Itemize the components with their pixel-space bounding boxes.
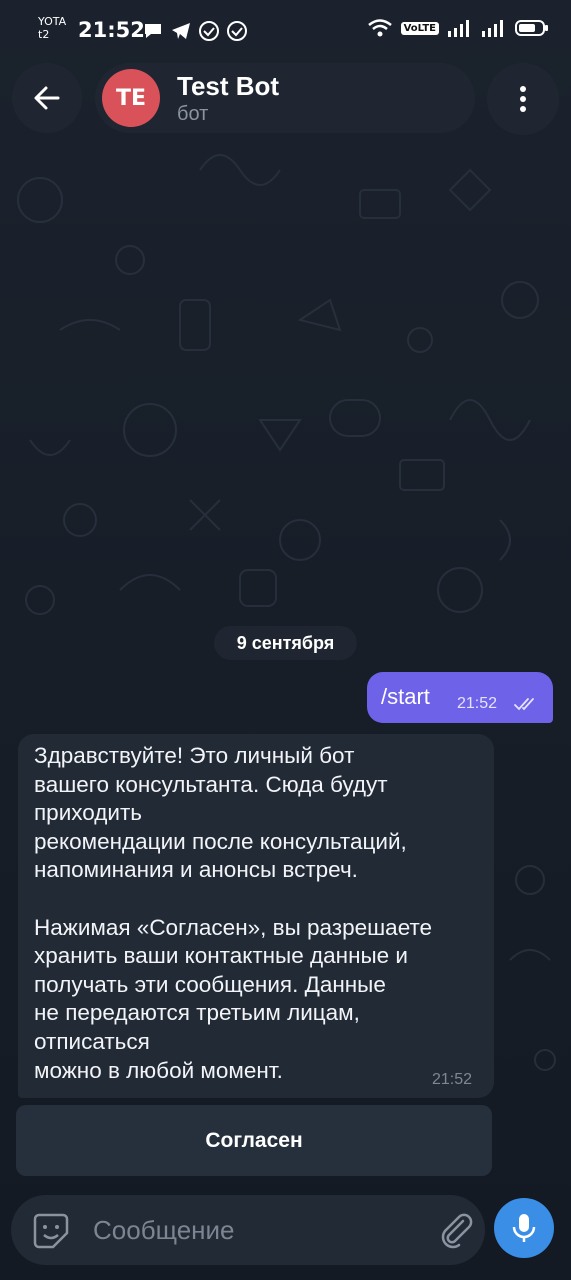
notification-icons — [142, 20, 248, 42]
carrier-label: YOTA t2 — [38, 15, 67, 41]
voice-record-button[interactable] — [494, 1198, 554, 1258]
paperclip-icon[interactable] — [435, 1209, 475, 1249]
signal-icon — [448, 20, 469, 37]
sticker-icon[interactable] — [31, 1211, 71, 1251]
date-separator: 9 сентября — [214, 626, 357, 660]
arrow-left-icon — [34, 86, 60, 110]
message-composer — [11, 1195, 485, 1265]
back-button[interactable] — [12, 63, 82, 133]
chat-header[interactable]: TE Test Bot бот — [95, 63, 475, 133]
chat-subtitle: бот — [177, 103, 209, 125]
microphone-icon — [512, 1214, 536, 1242]
telegram-icon — [172, 23, 190, 39]
status-bar: YOTA t2 21:52 VoLTE — [0, 0, 571, 60]
check-circle-icon — [199, 21, 219, 41]
message-input[interactable] — [91, 1209, 405, 1251]
message-time: 21:52 — [457, 695, 498, 712]
agree-button[interactable]: Согласен — [16, 1105, 492, 1176]
incoming-message[interactable]: Здравствуйте! Это личный бот вашего конс… — [18, 734, 494, 1098]
message-time: 21:52 — [432, 1071, 473, 1088]
wifi-icon — [367, 19, 392, 37]
double-check-icon — [514, 698, 534, 711]
system-indicators: VoLTE — [367, 18, 549, 38]
chat-notification-icon — [145, 24, 161, 38]
avatar: TE — [102, 69, 160, 127]
message-text: /start — [381, 684, 430, 709]
signal-icon — [482, 20, 503, 37]
volte-badge: VoLTE — [400, 21, 439, 35]
battery-icon — [515, 20, 548, 36]
more-vertical-icon — [520, 86, 526, 112]
outgoing-message[interactable]: /start 21:52 — [367, 672, 553, 723]
chat-title: Test Bot — [177, 71, 280, 101]
more-options-button[interactable] — [487, 63, 559, 135]
message-text: Здравствуйте! Это личный бот вашего конс… — [34, 743, 433, 1083]
check-circle-icon — [227, 21, 247, 41]
status-time: 21:52 — [78, 18, 145, 42]
